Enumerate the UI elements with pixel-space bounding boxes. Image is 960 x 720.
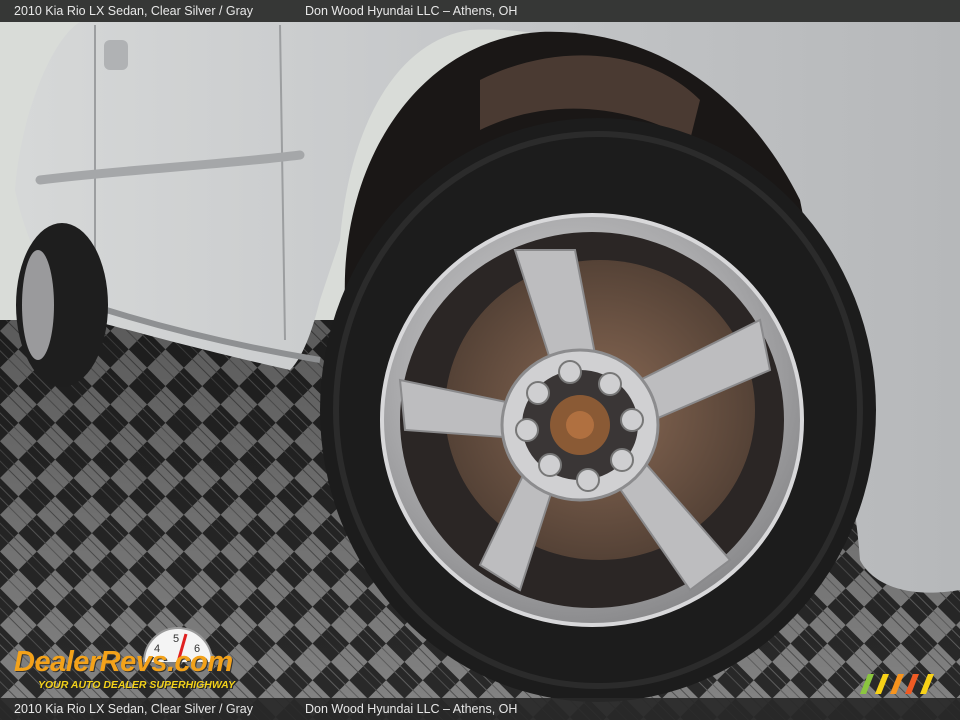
- corner-stripe: [890, 674, 904, 694]
- corner-stripe: [920, 674, 934, 694]
- corner-stripe: [860, 674, 874, 694]
- caption-bar-top: 2010 Kia Rio LX Sedan, Clear Silver / Gr…: [0, 0, 960, 22]
- vehicle-caption: 2010 Kia Rio LX Sedan, Clear Silver / Gr…: [14, 4, 254, 18]
- vehicle-caption-bottom: 2010 Kia Rio LX Sedan, Clear Silver / Gr…: [14, 702, 254, 716]
- dealerrevs-watermark: 4 5 6 DealerRevs.com YOUR AUTO DEALER SU…: [12, 624, 264, 696]
- watermark-tagline: YOUR AUTO DEALER SUPERHIGHWAY: [38, 679, 235, 691]
- gauge-digit: 5: [173, 633, 179, 645]
- corner-stripe: [875, 674, 889, 694]
- caption-bar-bottom: 2010 Kia Rio LX Sedan, Clear Silver / Gr…: [0, 698, 960, 720]
- dealer-caption-bottom: Don Wood Hyundai LLC – Athens, OH: [305, 702, 518, 716]
- car-wheel-photo: [0, 0, 960, 720]
- watermark-logo-text: DealerRevs.com: [14, 646, 233, 678]
- dealer-caption: Don Wood Hyundai LLC – Athens, OH: [305, 4, 518, 18]
- corner-stripe: [905, 674, 919, 694]
- corner-stripes-logo: [860, 674, 934, 694]
